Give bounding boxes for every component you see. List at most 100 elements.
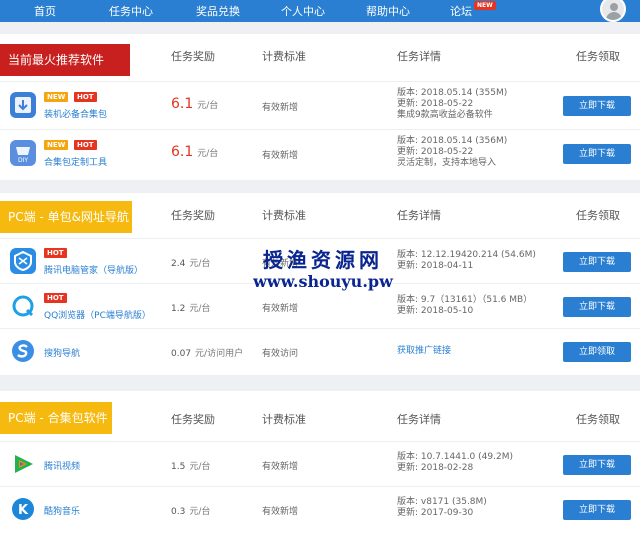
reward-value: 6.1 xyxy=(171,144,194,160)
hot-badge: HOT xyxy=(44,248,67,258)
billing-standard: 有效新增 xyxy=(262,304,299,314)
detail-version: 版本: 12.12.19420.214 (54.6M) xyxy=(397,250,536,260)
nav-personal-center[interactable]: 个人中心 xyxy=(281,3,325,19)
header-reward: 任务奖励 xyxy=(171,209,215,222)
reward: 6.1 元/台 xyxy=(171,96,218,112)
detail-note: 灵活定制，支持本地导入 xyxy=(397,158,497,168)
nav-prize-exchange[interactable]: 奖品兑换 xyxy=(196,3,240,19)
reward: 6.1 元/台 xyxy=(171,144,218,160)
billing-standard: 有效新增 xyxy=(262,462,299,472)
sogou-icon xyxy=(10,338,36,364)
billing-standard: 有效新增 xyxy=(262,507,299,517)
reward-value: 0.3 xyxy=(171,507,186,517)
header-claim: 任务领取 xyxy=(576,413,620,426)
svg-text:K: K xyxy=(18,503,29,518)
promo-link[interactable]: 获取推广链接 xyxy=(397,346,451,357)
reward-unit: 元/台 xyxy=(197,101,219,111)
reward-unit: 元/台 xyxy=(197,149,219,159)
download-button[interactable]: 立即下载 xyxy=(563,252,631,272)
new-badge: NEW xyxy=(44,92,69,102)
reward-value: 2.4 xyxy=(171,259,186,269)
detail-update: 更新: 2018-05-22 xyxy=(397,99,474,109)
download-button[interactable]: 立即下载 xyxy=(563,500,631,520)
diy-tool-icon: DIY xyxy=(10,140,36,166)
table-row: 搜狗导航 0.07 元/访问用户 有效访问 获取推广链接 立即领取 xyxy=(0,328,640,373)
detail-note: 集成9款高收益必备软件 xyxy=(397,110,493,120)
section-title: PC端 - 合集包软件 xyxy=(0,402,112,434)
claim-button[interactable]: 立即领取 xyxy=(563,342,631,362)
watermark: 授渔资源网 www.shouyu.pw xyxy=(248,249,398,293)
header-details: 任务详情 xyxy=(397,50,441,63)
avatar-body xyxy=(606,12,622,20)
nav-home[interactable]: 首页 xyxy=(34,3,56,19)
software-name[interactable]: 腾讯视频 xyxy=(44,459,80,472)
detail-update: 更新: 2018-04-11 xyxy=(397,261,474,271)
watermark-url: www.shouyu.pw xyxy=(253,272,393,291)
forum-new-badge: NEW xyxy=(474,1,496,10)
software-name[interactable]: 搜狗导航 xyxy=(44,346,80,359)
software-name[interactable]: 腾讯电脑管家（导航版） xyxy=(44,263,143,276)
avatar[interactable] xyxy=(600,0,626,22)
detail-update: 更新: 2018-05-10 xyxy=(397,306,474,316)
table-row: DIY NEW HOT 合集包定制工具 6.1 元/台 有效新增 版本: 2018… xyxy=(0,129,640,177)
software-name[interactable]: 合集包定制工具 xyxy=(44,155,107,168)
billing-standard: 有效新增 xyxy=(262,151,299,161)
header-details: 任务详情 xyxy=(397,413,441,426)
software-name[interactable]: 酷狗音乐 xyxy=(44,504,80,517)
hot-badge: HOT xyxy=(74,92,97,102)
download-button[interactable]: 立即下载 xyxy=(563,297,631,317)
reward: 2.4 元/台 xyxy=(171,256,210,269)
reward: 0.3 元/台 xyxy=(171,504,210,517)
install-pack-icon xyxy=(10,92,36,118)
reward-value: 6.1 xyxy=(171,96,194,112)
table-row: K 酷狗音乐 0.3 元/台 有效新增 版本: v8171 (35.8M) 更新:… xyxy=(0,486,640,531)
reward-unit: 元/台 xyxy=(189,259,211,269)
download-button[interactable]: 立即下载 xyxy=(563,96,631,116)
reward-value: 1.2 xyxy=(171,304,186,314)
reward-value: 0.07 xyxy=(171,349,192,359)
task-details: 版本: 2018.05.14 (355M) 更新: 2018-05-22 集成9… xyxy=(397,88,507,121)
software-name[interactable]: QQ浏览器（PC端导航版） xyxy=(44,308,151,321)
header-reward: 任务奖励 xyxy=(171,50,215,63)
software-name[interactable]: 装机必备合集包 xyxy=(44,107,107,120)
svg-text:DIY: DIY xyxy=(18,157,28,164)
top-nav: 首页 任务中心 奖品兑换 个人中心 帮助中心 论坛 NEW xyxy=(0,0,640,22)
detail-version: 版本: 10.7.1441.0 (49.2M) xyxy=(397,452,513,462)
reward-unit: 元/台 xyxy=(189,462,211,472)
detail-version: 版本: v8171 (35.8M) xyxy=(397,497,487,507)
detail-update: 更新: 2017-09-30 xyxy=(397,508,474,518)
table-row: 腾讯视频 1.5 元/台 有效新增 版本: 10.7.1441.0 (49.2M)… xyxy=(0,441,640,486)
table-row: NEW HOT 装机必备合集包 6.1 元/台 有效新增 版本: 2018.05.… xyxy=(0,81,640,129)
reward-unit: 元/台 xyxy=(189,507,211,517)
section-pc-bundle: PC端 - 合集包软件 任务奖励 计费标准 任务详情 任务领取 腾讯视频 1.5… xyxy=(0,391,640,541)
detail-update: 更新: 2018-05-22 xyxy=(397,147,474,157)
reward-value: 1.5 xyxy=(171,462,186,472)
header-standard: 计费标准 xyxy=(262,209,306,222)
kugou-icon: K xyxy=(10,496,36,522)
header-standard: 计费标准 xyxy=(262,50,306,63)
download-button[interactable]: 立即下载 xyxy=(563,144,631,164)
task-details: 版本: 2018.05.14 (356M) 更新: 2018-05-22 灵活定… xyxy=(397,136,507,169)
qq-browser-icon xyxy=(10,293,36,319)
download-button[interactable]: 立即下载 xyxy=(563,455,631,475)
billing-standard: 有效新增 xyxy=(262,103,299,113)
reward-unit: 元/台 xyxy=(189,304,211,314)
section-title: PC端 - 单包&网址导航 xyxy=(0,201,132,233)
task-details: 版本: 10.7.1441.0 (49.2M) 更新: 2018-02-28 xyxy=(397,452,513,474)
header-reward: 任务奖励 xyxy=(171,413,215,426)
detail-update: 更新: 2018-02-28 xyxy=(397,463,474,473)
nav-forum[interactable]: 论坛 xyxy=(450,3,472,19)
hot-badge: HOT xyxy=(44,293,67,303)
task-details: 版本: v8171 (35.8M) 更新: 2017-09-30 xyxy=(397,497,487,519)
task-details: 版本: 9.7（13161）（51.6 MB） 更新: 2018-05-10 xyxy=(397,295,532,317)
tencent-video-icon xyxy=(10,451,36,477)
detail-version: 版本: 2018.05.14 (355M) xyxy=(397,88,508,98)
billing-standard: 有效访问 xyxy=(262,349,299,359)
task-details: 版本: 12.12.19420.214 (54.6M) 更新: 2018-04-… xyxy=(397,250,536,272)
nav-help-center[interactable]: 帮助中心 xyxy=(366,3,410,19)
watermark-title: 授渔资源网 xyxy=(263,248,383,272)
detail-version: 版本: 2018.05.14 (356M) xyxy=(397,136,508,146)
avatar-head xyxy=(610,3,618,11)
hot-badge: HOT xyxy=(74,140,97,150)
nav-task-center[interactable]: 任务中心 xyxy=(109,3,153,19)
